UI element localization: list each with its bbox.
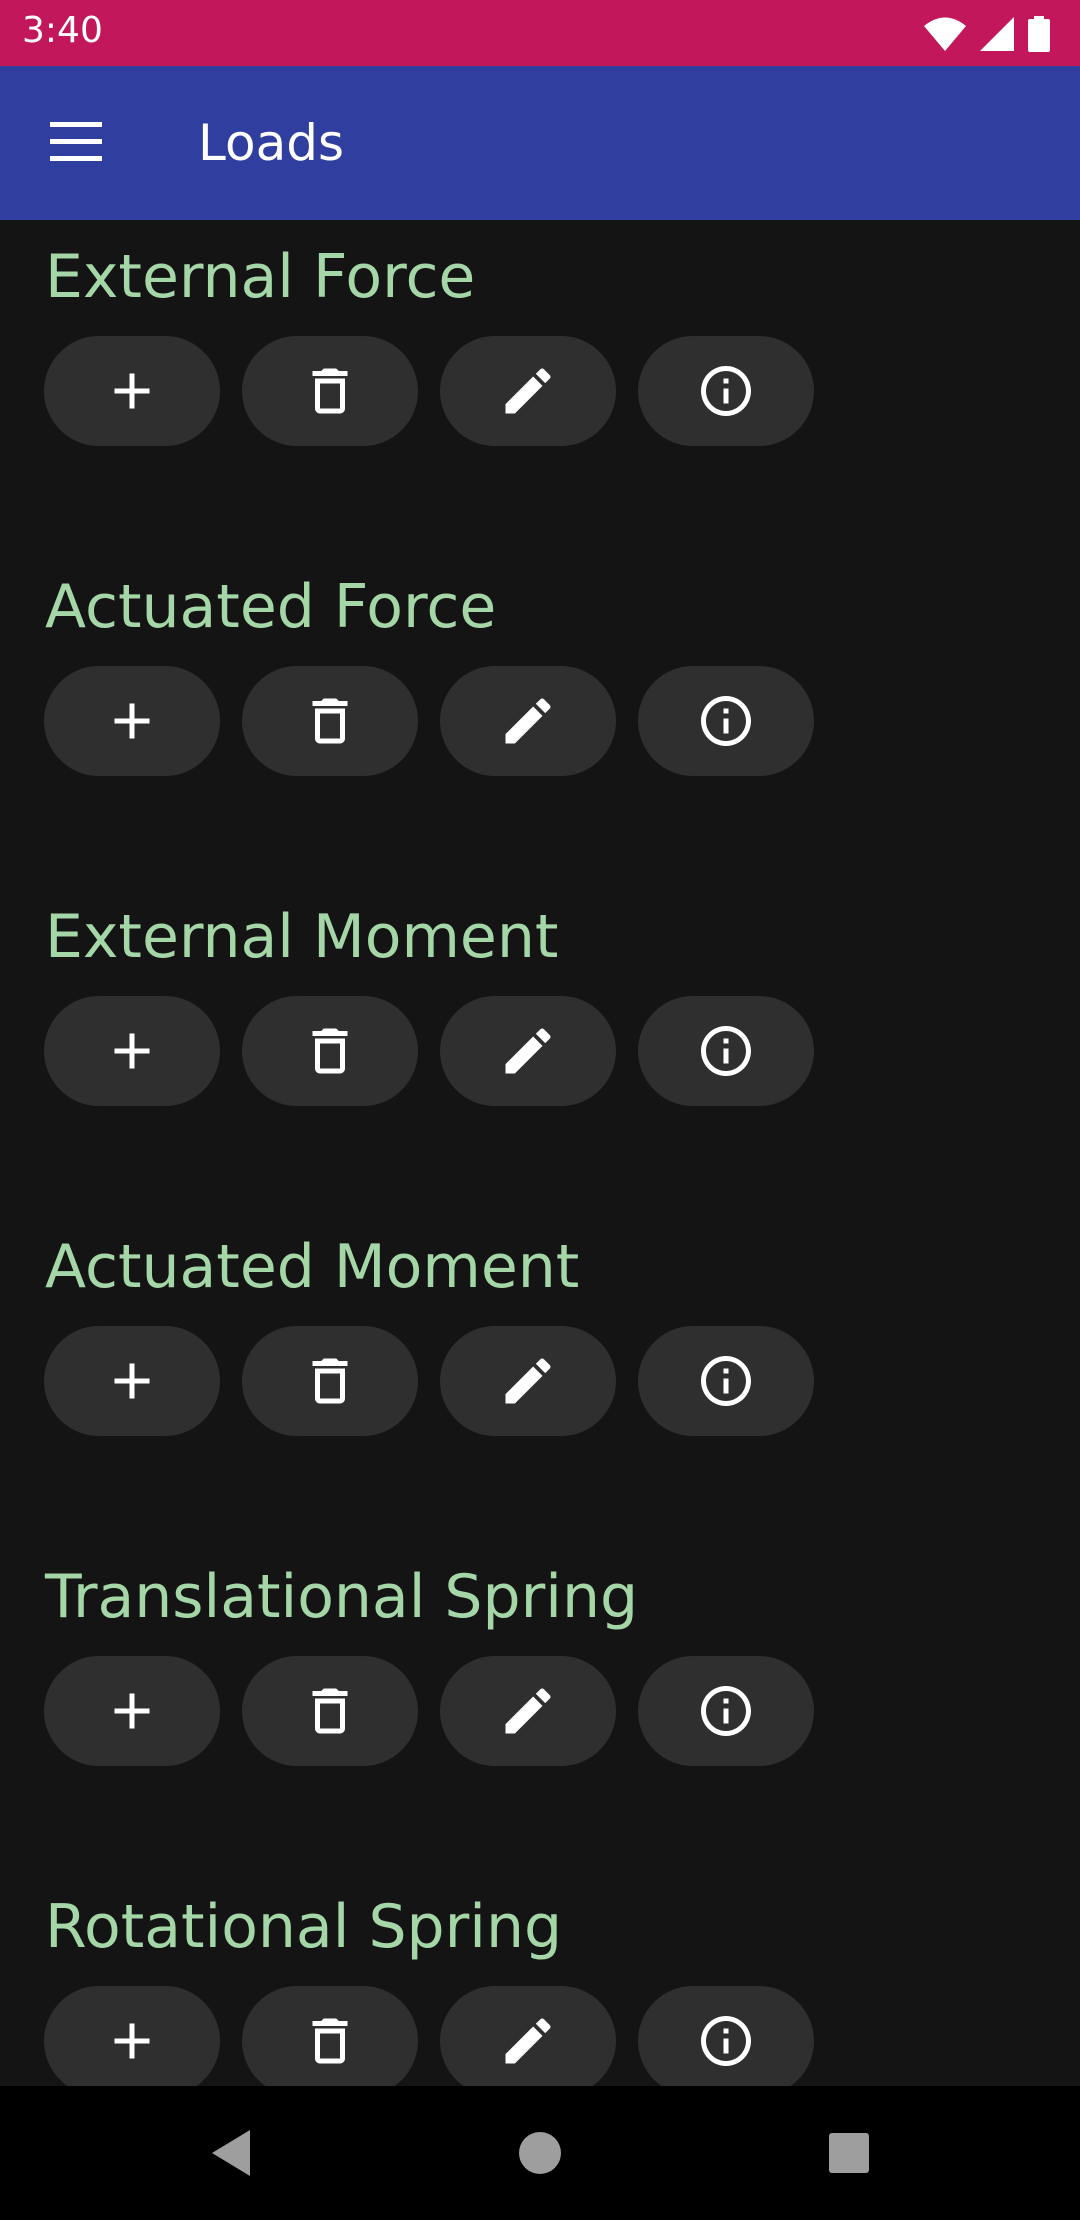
trash-icon — [300, 1021, 360, 1081]
section-title: External Moment — [45, 902, 559, 972]
plus-icon — [102, 1681, 162, 1741]
trash-icon — [300, 361, 360, 421]
section-title: External Force — [45, 242, 476, 312]
page-title: Loads — [198, 114, 344, 172]
plus-icon — [102, 691, 162, 751]
status-bar: 3:40 — [0, 0, 1080, 66]
edit-button[interactable] — [440, 1986, 616, 2086]
info-button[interactable] — [638, 666, 814, 776]
load-section: Translational Spring — [0, 1562, 1080, 1782]
load-section: Actuated Force — [0, 572, 1080, 792]
delete-button[interactable] — [242, 336, 418, 446]
delete-button[interactable] — [242, 996, 418, 1106]
section-title: Translational Spring — [45, 1562, 639, 1632]
add-button[interactable] — [44, 666, 220, 776]
delete-button[interactable] — [242, 1656, 418, 1766]
hamburger-menu-icon[interactable] — [44, 118, 108, 166]
wifi-icon — [924, 17, 966, 51]
status-icons — [924, 14, 1050, 54]
add-button[interactable] — [44, 1326, 220, 1436]
trash-icon — [300, 1681, 360, 1741]
edit-button[interactable] — [440, 666, 616, 776]
delete-button[interactable] — [242, 1986, 418, 2086]
pencil-icon — [498, 691, 558, 751]
edit-button[interactable] — [440, 1656, 616, 1766]
delete-button[interactable] — [242, 666, 418, 776]
add-button[interactable] — [44, 1986, 220, 2086]
edit-button[interactable] — [440, 996, 616, 1106]
trash-icon — [300, 691, 360, 751]
info-button[interactable] — [638, 1986, 814, 2086]
load-section: External Moment — [0, 902, 1080, 1122]
load-section: Actuated Moment — [0, 1232, 1080, 1452]
info-icon — [696, 1681, 756, 1741]
pencil-icon — [498, 1681, 558, 1741]
pencil-icon — [498, 361, 558, 421]
section-title: Rotational Spring — [45, 1892, 563, 1962]
plus-icon — [102, 361, 162, 421]
plus-icon — [102, 2011, 162, 2071]
info-button[interactable] — [638, 1656, 814, 1766]
loads-list[interactable]: External Force Actuated Force External Mom… — [0, 220, 1080, 2086]
info-button[interactable] — [638, 336, 814, 446]
trash-icon — [300, 1351, 360, 1411]
info-icon — [696, 1351, 756, 1411]
info-icon — [696, 691, 756, 751]
plus-icon — [102, 1021, 162, 1081]
section-title: Actuated Force — [45, 572, 497, 642]
edit-button[interactable] — [440, 336, 616, 446]
back-icon[interactable] — [202, 2120, 268, 2186]
plus-icon — [102, 1351, 162, 1411]
status-time: 3:40 — [22, 10, 103, 51]
info-button[interactable] — [638, 996, 814, 1106]
battery-icon — [1028, 16, 1050, 52]
recents-icon[interactable] — [816, 2120, 882, 2186]
load-section: External Force — [0, 242, 1080, 462]
info-icon — [696, 361, 756, 421]
pencil-icon — [498, 2011, 558, 2071]
cell-signal-icon — [980, 17, 1014, 51]
system-nav-bar — [0, 2086, 1080, 2220]
info-icon — [696, 1021, 756, 1081]
home-icon[interactable] — [507, 2120, 573, 2186]
info-icon — [696, 2011, 756, 2071]
section-title: Actuated Moment — [45, 1232, 580, 1302]
add-button[interactable] — [44, 996, 220, 1106]
trash-icon — [300, 2011, 360, 2071]
edit-button[interactable] — [440, 1326, 616, 1436]
add-button[interactable] — [44, 336, 220, 446]
delete-button[interactable] — [242, 1326, 418, 1436]
pencil-icon — [498, 1021, 558, 1081]
pencil-icon — [498, 1351, 558, 1411]
info-button[interactable] — [638, 1326, 814, 1436]
load-section: Rotational Spring — [0, 1892, 1080, 2086]
add-button[interactable] — [44, 1656, 220, 1766]
app-bar: Loads — [0, 66, 1080, 220]
